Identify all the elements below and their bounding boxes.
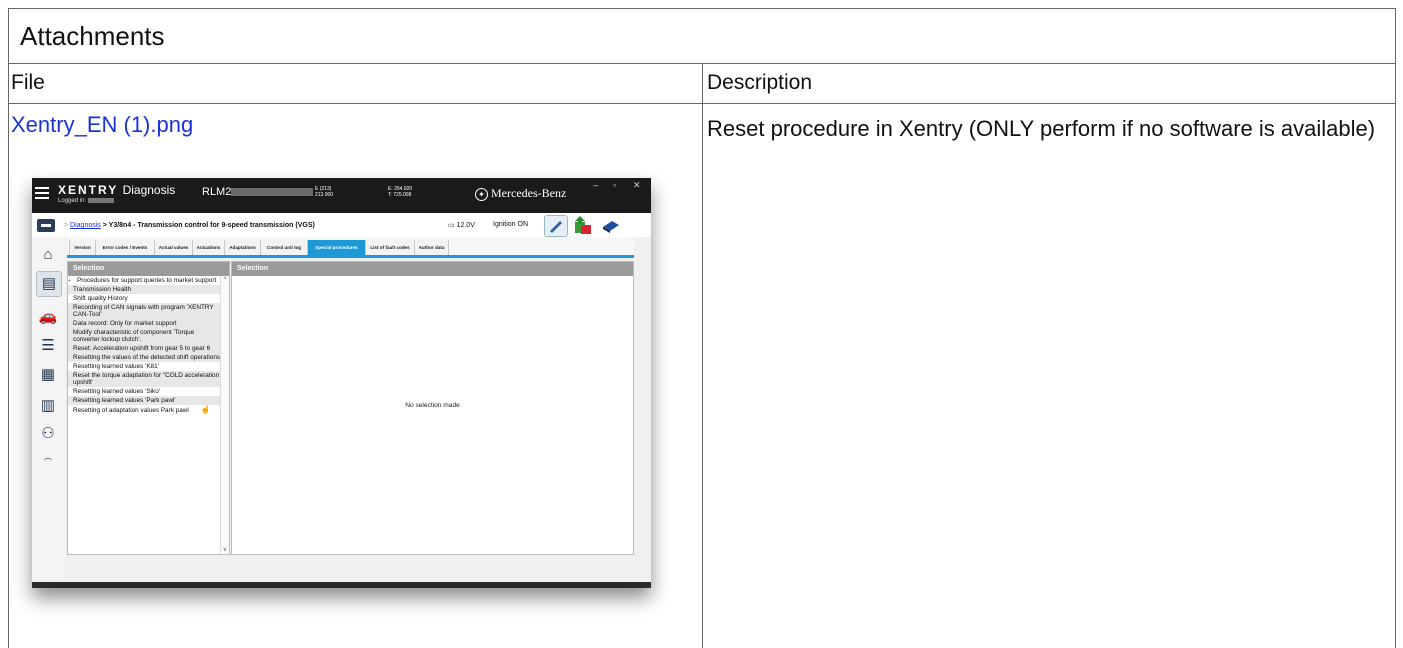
empty-selection-message: No selection made	[405, 402, 460, 409]
tab-error-codes[interactable]: Error codes / Events	[95, 240, 154, 255]
home-icon[interactable]: ⌂	[36, 243, 60, 267]
selection-list-header: Selection	[68, 262, 229, 276]
procedure-list-item[interactable]: Resetting learned values 'Park pawl'	[68, 396, 221, 405]
mouse-cursor-icon: ☝	[200, 405, 211, 414]
user-lock-icon[interactable]: ⚇	[36, 422, 60, 446]
grid-icon[interactable]: ▦	[36, 363, 60, 387]
selection-detail-panel: Selection No selection made	[231, 261, 634, 555]
column-divider	[702, 63, 703, 648]
menu-icon[interactable]	[35, 187, 49, 199]
edit-icon[interactable]	[544, 215, 568, 237]
procedure-list-item[interactable]: Shift quality History	[68, 294, 221, 303]
ignition-status: Ignition ON	[493, 221, 529, 228]
mercedes-star-icon: ✦	[475, 187, 488, 201]
list-scrollbar[interactable]: ^ v	[220, 276, 229, 554]
redacted-vin	[231, 188, 314, 197]
redacted-username	[87, 198, 114, 203]
procedure-list: Procedures for support queries to market…	[68, 276, 221, 415]
tab-author-data[interactable]: Author data	[414, 240, 449, 255]
procedure-list-item[interactable]: Procedures for support queries to market…	[68, 276, 221, 285]
export-pdf-icon[interactable]	[572, 215, 594, 235]
column-header-file: File	[11, 71, 45, 94]
procedure-list-item[interactable]: Modify characteristic of component 'Torq…	[68, 328, 221, 344]
diagnosis-icon[interactable]: ▤	[36, 271, 62, 297]
battery-icon: ▭	[448, 222, 455, 229]
list-icon[interactable]: ☰	[36, 334, 60, 358]
logged-in-info: Logged in:	[58, 198, 114, 204]
tab-adaptations[interactable]: Adaptations	[224, 240, 260, 255]
tab-bar: Version Error codes / Events Actual valu…	[67, 237, 634, 255]
tab-list-of-fault-codes[interactable]: List of fault codes	[365, 240, 414, 255]
manufacturer-name: Mercedes-Benz	[491, 186, 567, 200]
attachment-description: Reset procedure in Xentry (ONLY perform …	[707, 116, 1376, 141]
maximize-icon[interactable]: ▫	[613, 180, 616, 190]
tab-actuations[interactable]: Actuations	[192, 240, 224, 255]
procedure-list-item[interactable]: Recording of CAN signals with program 'X…	[68, 303, 221, 319]
brand-name: XENTRY	[58, 183, 119, 197]
odometer-line-2: T: 725.008	[388, 192, 412, 198]
breadcrumb-diagnosis-link[interactable]: Diagnosis	[70, 222, 101, 229]
procedure-list-item[interactable]: Resetting the values of the detected shi…	[68, 353, 221, 362]
attachments-title: Attachments	[20, 21, 165, 51]
battery-value: 12.0V	[456, 222, 475, 229]
tab-actual-values[interactable]: Actual values	[154, 240, 192, 255]
tab-special-procedures[interactable]: Special procedures	[307, 240, 365, 255]
tab-control-unit-log[interactable]: Control unit log	[260, 240, 307, 255]
xentry-title-bar: XENTRY Diagnosis Logged in: RLM2 E (213)…	[32, 178, 651, 213]
procedure-list-item[interactable]: Resetting learned values 'K81'	[68, 362, 221, 371]
procedure-list-item[interactable]: Transmission Health	[68, 285, 221, 294]
minimize-icon[interactable]: –	[593, 180, 598, 190]
vehicle-home-icon[interactable]	[37, 219, 55, 232]
procedure-list-item[interactable]: Resetting learned values 'Siko'	[68, 387, 221, 396]
selection-detail-header: Selection	[232, 262, 633, 276]
odometer-info: E: 264.920 T: 725.008	[388, 186, 412, 198]
vehicle-id: RLM2	[202, 186, 314, 198]
manual-book-icon[interactable]	[600, 215, 622, 235]
app-brand: XENTRY Diagnosis	[58, 183, 175, 197]
scroll-up-icon[interactable]: ^	[221, 277, 229, 283]
attachment-file-link[interactable]: Xentry_EN (1).png	[11, 112, 193, 138]
battery-voltage: ▭ 12.0V	[448, 221, 475, 229]
procedure-list-item[interactable]: Reset: Acceleration upshift from gear 5 …	[68, 344, 221, 353]
left-sidebar: ⌂ ▤ 🚗 ☰ ▦ ▥ ⚇ ⌒	[32, 237, 65, 588]
procedure-list-item[interactable]: Reset the torque adaptation for "COLD ac…	[68, 371, 221, 387]
expand-icon[interactable]: +	[68, 278, 71, 285]
status-strip	[32, 582, 651, 588]
close-icon[interactable]: ✕	[633, 180, 641, 191]
selection-list-panel: Selection Procedures for support queries…	[67, 261, 230, 555]
document-icon[interactable]: ▥	[36, 394, 60, 418]
breadcrumb-current: Y3/8n4 - Transmission control for 9-spee…	[108, 222, 315, 229]
attachment-screenshot: XENTRY Diagnosis Logged in: RLM2 E (213)…	[32, 178, 651, 588]
vehicle-icon[interactable]: 🚗	[36, 305, 60, 329]
procedure-list-item[interactable]: Data record: Only for market support	[68, 319, 221, 328]
breadcrumb: > Diagnosis > Y3/8n4 - Transmission cont…	[64, 222, 315, 229]
column-header-description: Description	[707, 71, 813, 94]
brand-suffix: Diagnosis	[122, 183, 176, 197]
manufacturer-logo: ✦ Mercedes-Benz	[475, 186, 566, 201]
xrd-icon[interactable]: ⌒	[36, 451, 60, 475]
tab-underline	[67, 255, 634, 258]
vin-prefix: RLM2	[202, 186, 232, 198]
engine-line-2: 213.000	[315, 192, 334, 198]
procedure-list-item[interactable]: Resetting of adaptation values Park pawl…	[68, 405, 221, 415]
breadcrumb-bar: > Diagnosis > Y3/8n4 - Transmission cont…	[32, 213, 651, 237]
logged-in-label: Logged in:	[58, 198, 87, 205]
tab-version[interactable]: Version	[69, 240, 95, 255]
engine-info: E (213) 213.000	[315, 186, 333, 198]
scroll-down-icon[interactable]: v	[221, 547, 229, 553]
